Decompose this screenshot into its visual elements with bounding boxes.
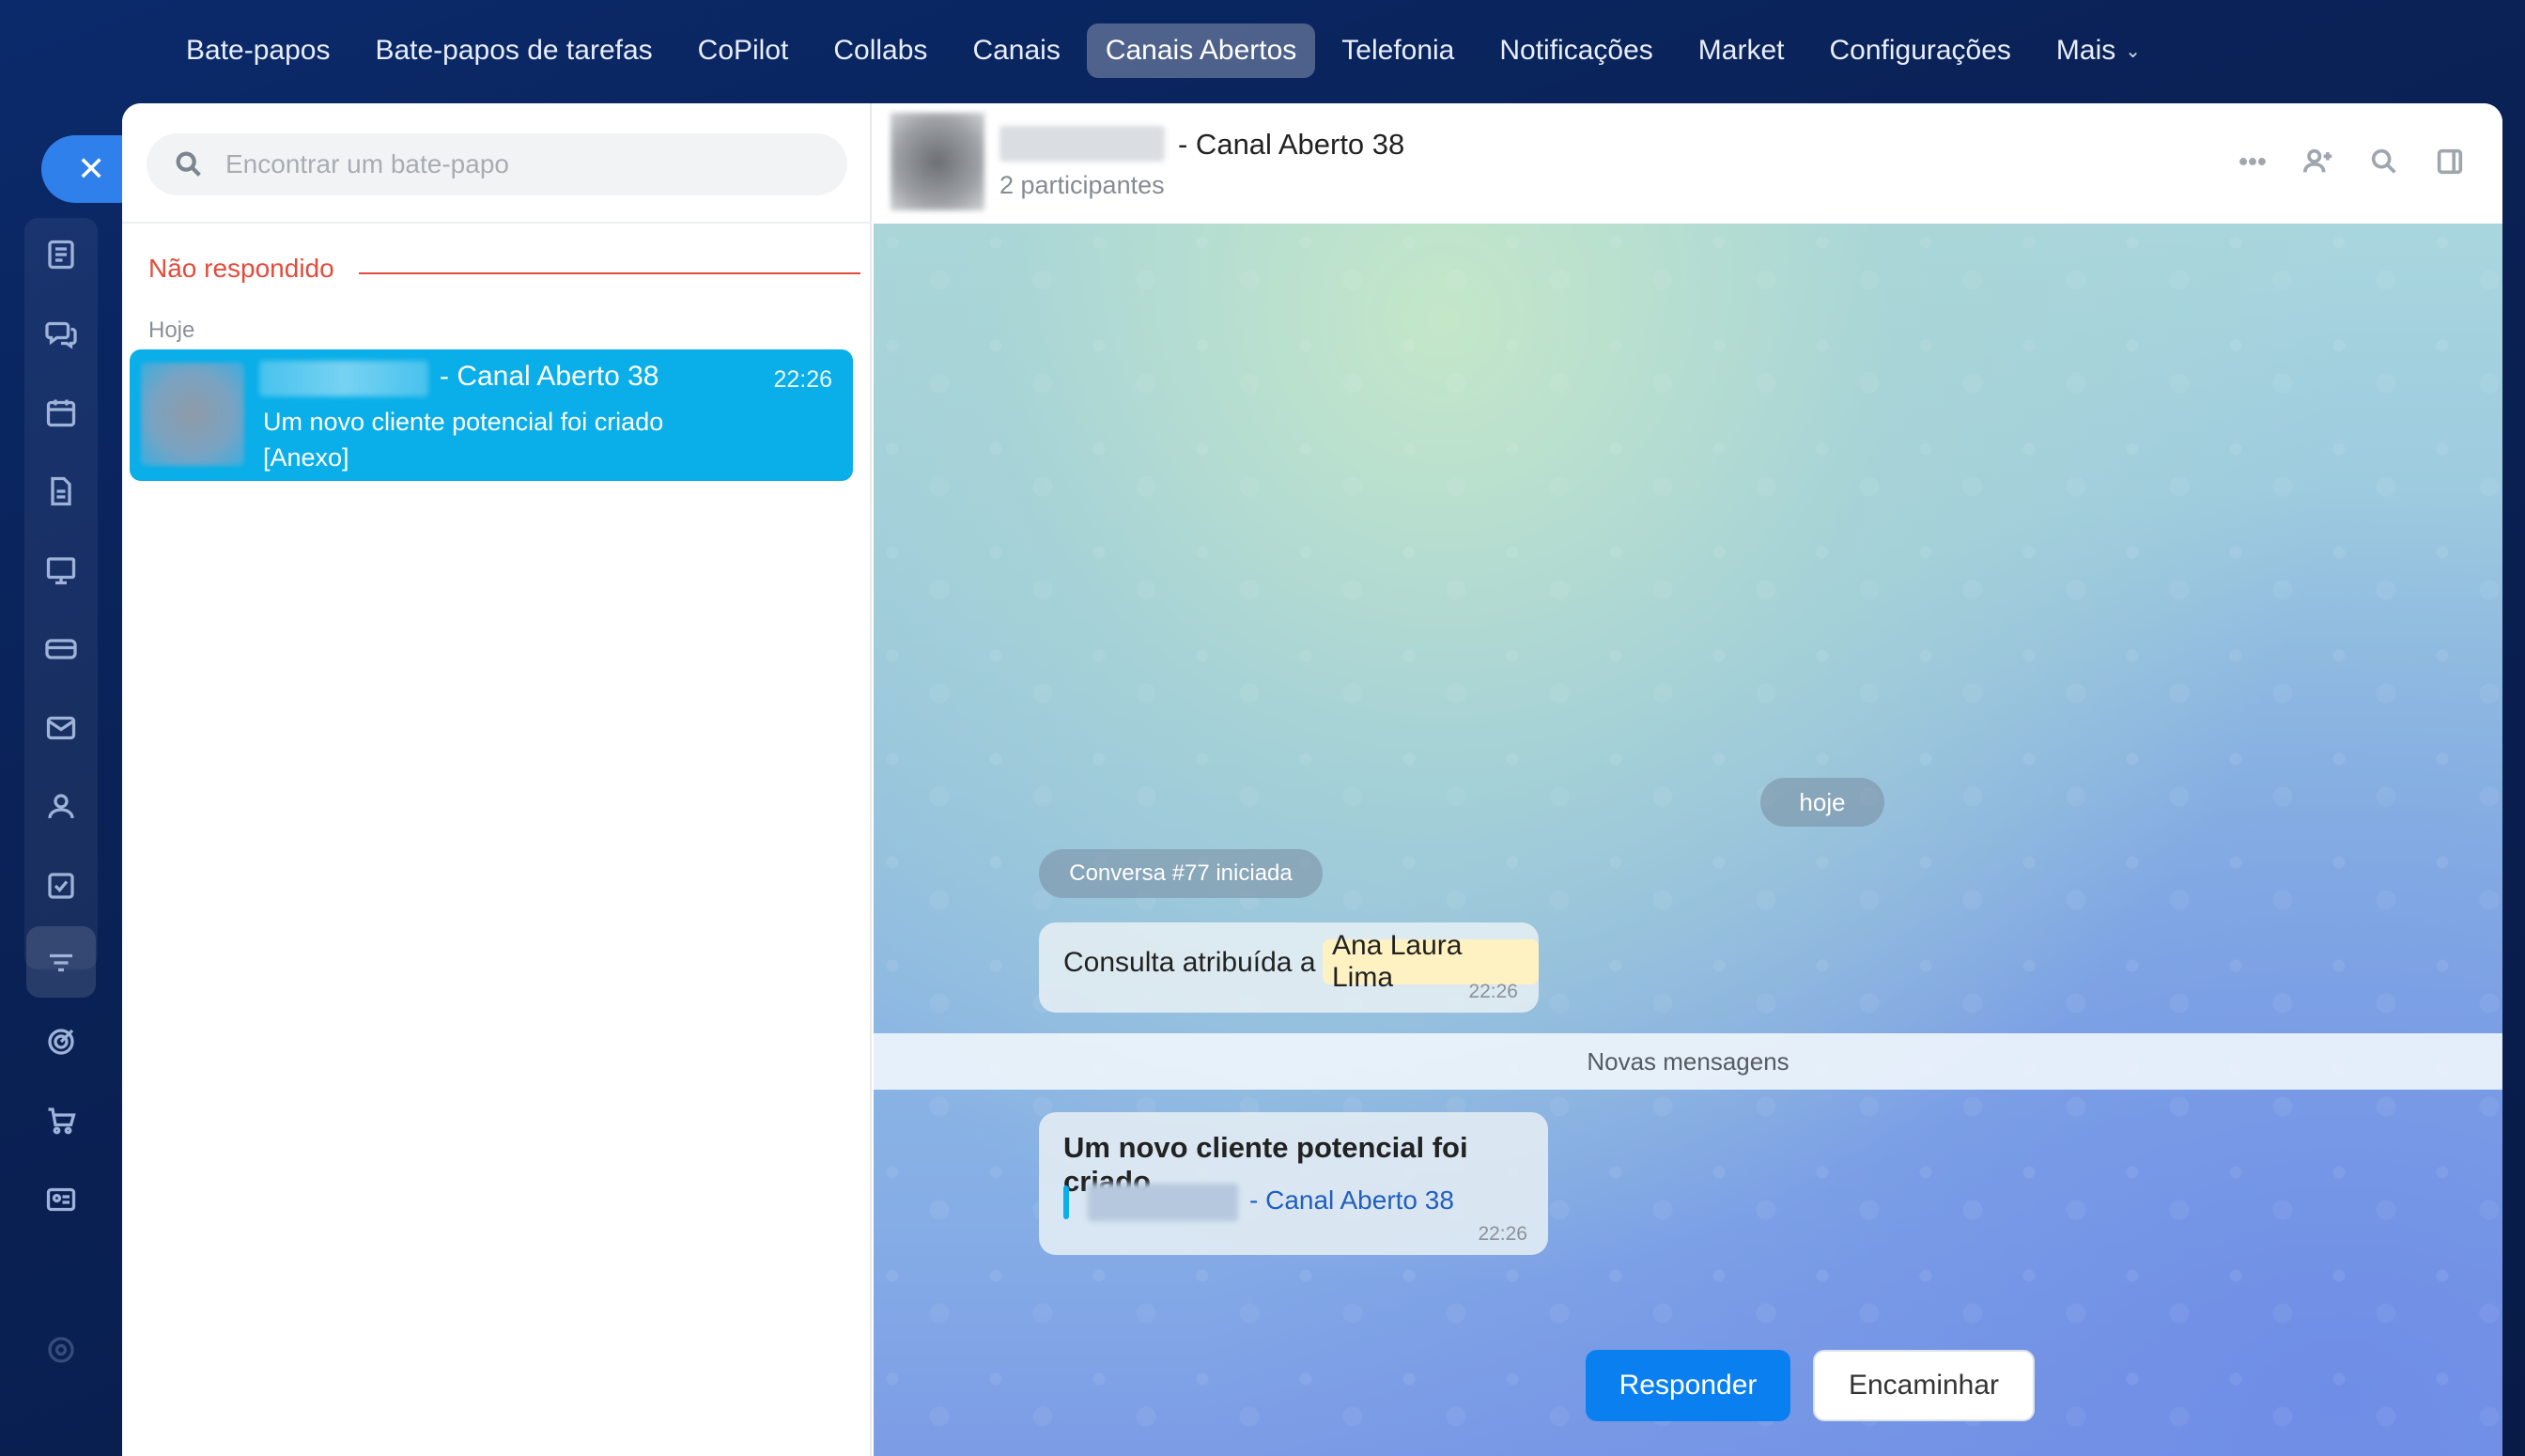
task-icon[interactable] bbox=[39, 864, 83, 907]
top-nav: Bate-papos Bate-papos de tarefas CoPilot… bbox=[0, 0, 2525, 101]
assign-text: Consulta atribuída a bbox=[1063, 947, 1316, 978]
mail-icon[interactable] bbox=[39, 706, 83, 750]
settings-icon[interactable] bbox=[39, 1328, 83, 1371]
nav-canais-abertos[interactable]: Canais Abertos bbox=[1086, 23, 1316, 78]
search-icon[interactable] bbox=[2367, 145, 2401, 178]
more-icon[interactable] bbox=[2236, 145, 2269, 178]
date-divider: hoje bbox=[1760, 778, 1884, 827]
redacted-name bbox=[1088, 1184, 1238, 1221]
participants-count[interactable]: 2 participantes bbox=[999, 171, 1165, 200]
message-time: 22:26 bbox=[1478, 1223, 1527, 1245]
nav-mais-label: Mais bbox=[2055, 35, 2116, 66]
chat-item-preview-line1: Um novo cliente potencial foi criado bbox=[263, 408, 664, 436]
search-icon bbox=[176, 151, 201, 177]
unanswered-divider bbox=[359, 272, 860, 274]
forward-button[interactable]: Encaminhar bbox=[1813, 1350, 2035, 1421]
new-messages-divider: Novas mensagens bbox=[874, 1033, 2502, 1090]
background-pattern bbox=[874, 224, 2502, 1456]
conversation-started-badge: Conversa #77 iniciada bbox=[1039, 849, 1323, 898]
nav-telefonia[interactable]: Telefonia bbox=[1323, 23, 1473, 78]
users-icon[interactable] bbox=[39, 785, 83, 829]
messenger-window: Não respondido Hoje - Canal Aberto 38 22… bbox=[122, 103, 2502, 1456]
nav-notificacoes[interactable]: Notificações bbox=[1480, 23, 1671, 78]
search-box[interactable] bbox=[147, 133, 847, 195]
avatar[interactable] bbox=[891, 113, 984, 210]
lead-link[interactable]: - Canal Aberto 38 bbox=[1249, 1185, 1454, 1216]
redacted-name bbox=[999, 126, 1165, 162]
add-user-icon[interactable] bbox=[2301, 145, 2335, 178]
day-label: Hoje bbox=[148, 318, 195, 343]
avatar bbox=[141, 363, 244, 466]
message-time: 22:26 bbox=[1468, 981, 1518, 1002]
contact-card-icon[interactable] bbox=[39, 1178, 83, 1221]
chat-title[interactable]: - Canal Aberto 38 bbox=[1178, 128, 1404, 162]
document-icon[interactable] bbox=[39, 470, 83, 513]
nav-market[interactable]: Market bbox=[1680, 23, 1804, 78]
nav-bate-papos-tarefas[interactable]: Bate-papos de tarefas bbox=[356, 23, 671, 78]
conversation-panel: - Canal Aberto 38 2 participantes hoje C… bbox=[874, 103, 2502, 1456]
nav-copilot[interactable]: CoPilot bbox=[679, 23, 808, 78]
nav-collabs[interactable]: Collabs bbox=[814, 23, 946, 78]
nav-bate-papos[interactable]: Bate-papos bbox=[167, 23, 349, 78]
target-icon[interactable] bbox=[39, 1020, 83, 1063]
chat-list-panel: Não respondido Hoje - Canal Aberto 38 22… bbox=[122, 103, 872, 1456]
close-icon: ✕ bbox=[77, 149, 106, 188]
assignee-mention[interactable]: Ana Laura Lima bbox=[1323, 930, 1539, 993]
chat-item-time: 22:26 bbox=[773, 366, 832, 393]
divider bbox=[122, 222, 872, 224]
chat-header: - Canal Aberto 38 2 participantes bbox=[874, 103, 2502, 224]
quote-bar bbox=[1063, 1185, 1069, 1219]
sidebar-toggle-icon[interactable] bbox=[2433, 145, 2467, 178]
header-actions bbox=[2236, 145, 2467, 178]
left-rail: ✕ bbox=[24, 132, 154, 1456]
filter-icon[interactable] bbox=[39, 941, 83, 984]
chat-item-preview: Um novo cliente potencial foi criado [An… bbox=[263, 404, 789, 475]
card-icon[interactable] bbox=[39, 627, 83, 671]
nav-mais[interactable]: Mais ⌄ bbox=[2037, 23, 2160, 78]
board-icon[interactable] bbox=[39, 549, 83, 592]
nav-configuracoes[interactable]: Configurações bbox=[1810, 23, 2029, 78]
chat-item-preview-line2: [Anexo] bbox=[263, 443, 349, 472]
unanswered-label: Não respondido bbox=[148, 254, 334, 283]
calendar-icon[interactable] bbox=[39, 391, 83, 434]
search-input[interactable] bbox=[225, 149, 789, 179]
chat-icon[interactable] bbox=[39, 312, 83, 355]
feed-icon[interactable] bbox=[39, 233, 83, 276]
messages-area bbox=[874, 224, 2502, 1456]
lead-message: Um novo cliente potencial foi criado - C… bbox=[1039, 1112, 1548, 1255]
reply-button[interactable]: Responder bbox=[1586, 1350, 1790, 1421]
cart-icon[interactable] bbox=[39, 1099, 83, 1142]
system-message: Consulta atribuída a Ana Laura Lima 22:2… bbox=[1039, 922, 1539, 1013]
chat-item-title: - Canal Aberto 38 bbox=[440, 361, 659, 392]
chat-list-item[interactable]: - Canal Aberto 38 22:26 Um novo cliente … bbox=[130, 349, 853, 481]
nav-canais[interactable]: Canais bbox=[953, 23, 1078, 78]
redacted-name bbox=[259, 361, 428, 396]
chevron-down-icon: ⌄ bbox=[2125, 40, 2142, 62]
